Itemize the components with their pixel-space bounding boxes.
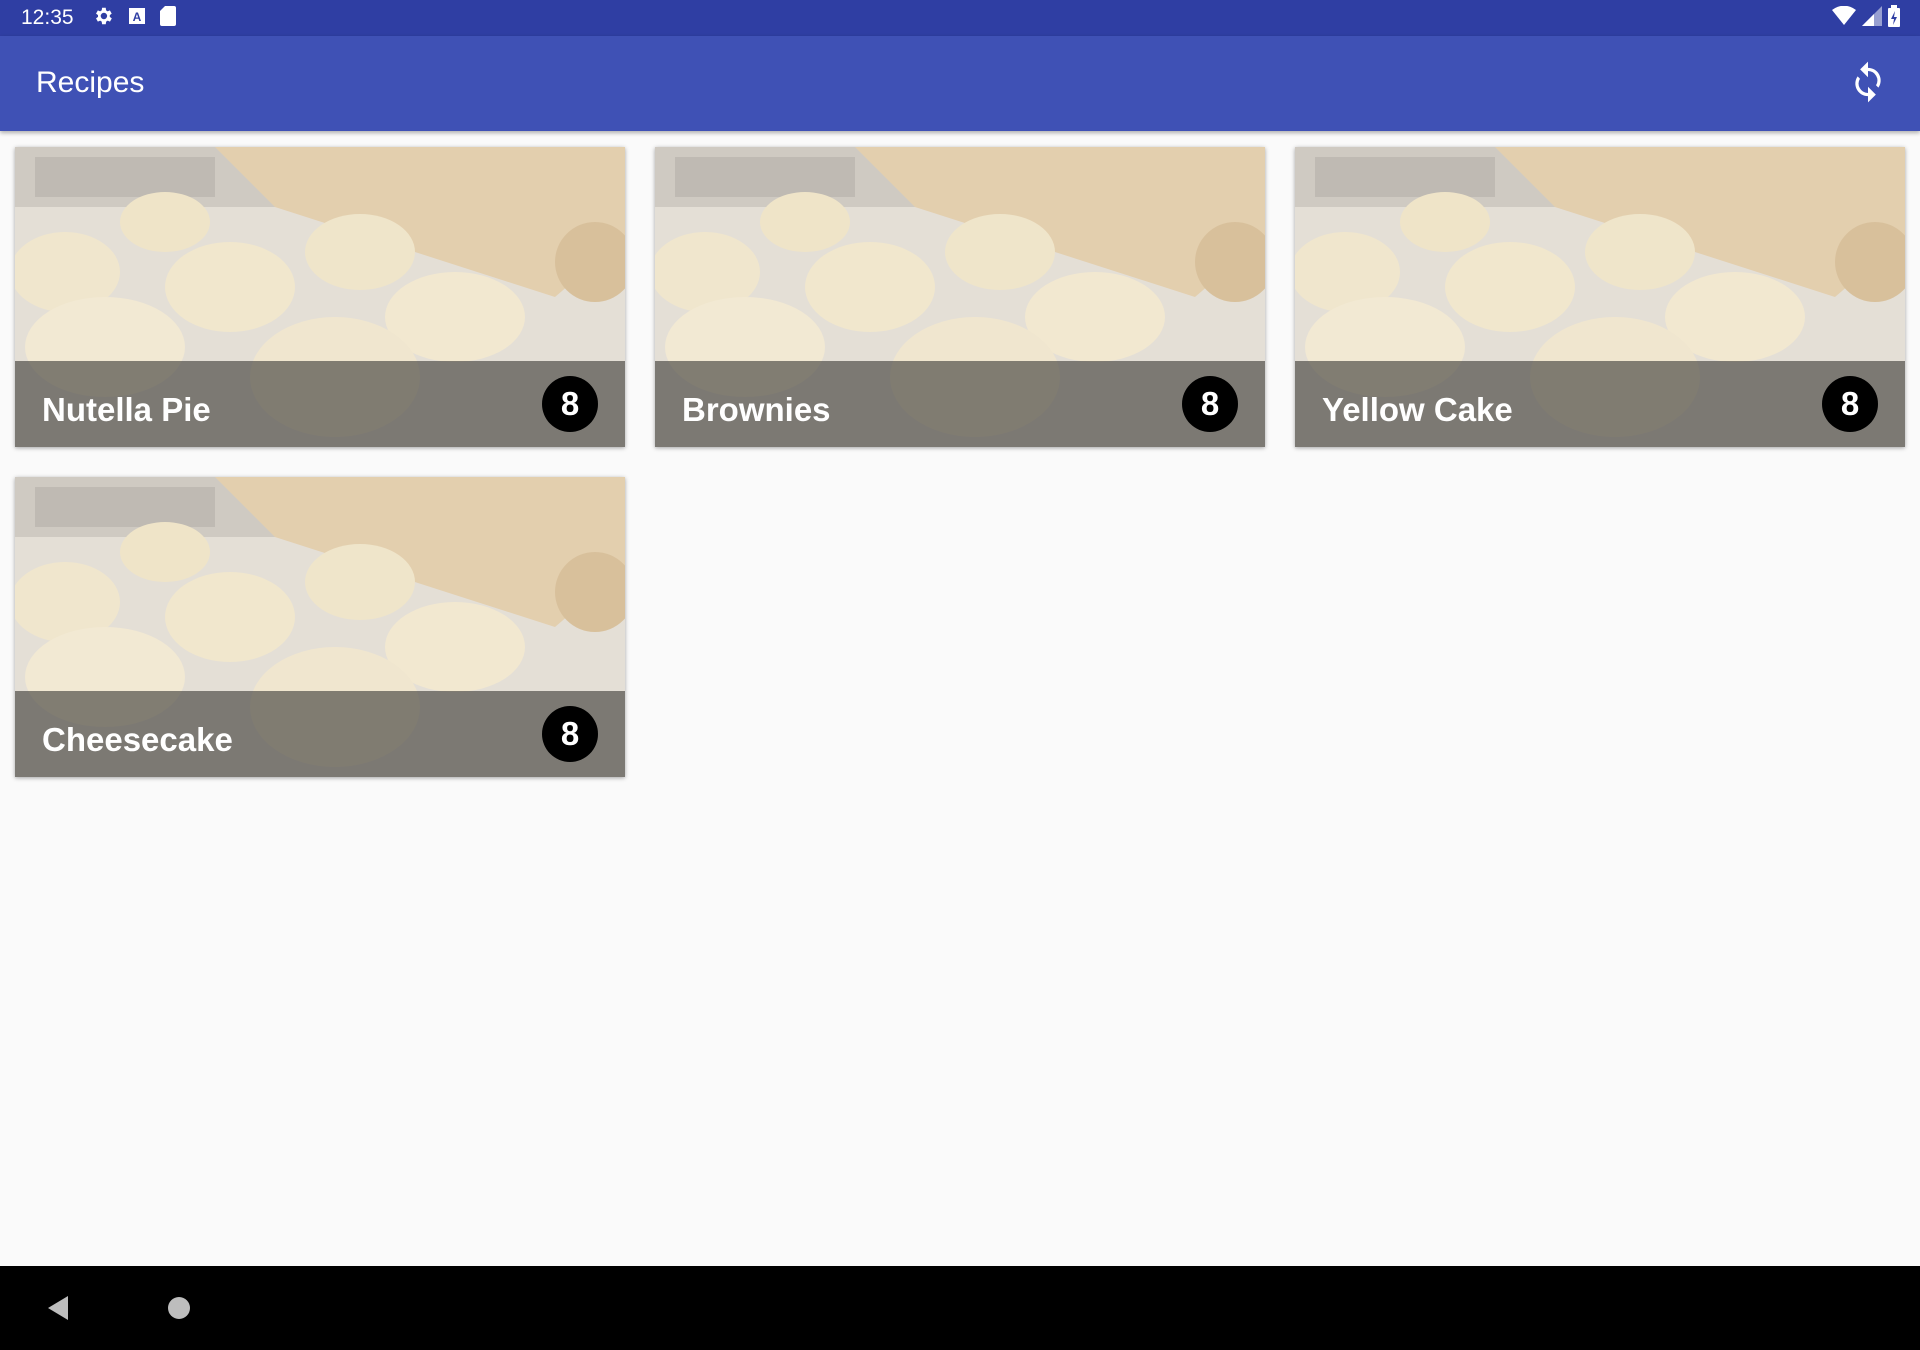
recipe-name: Yellow Cake [1322,391,1513,428]
wifi-icon [1832,5,1856,31]
status-icons-left: A [92,5,176,32]
signal-icon [1862,5,1882,31]
status-icons-right [1832,0,1900,36]
servings-badge: 8 [1182,376,1238,432]
recipe-grid: Nutella Pie 8 Brownies 8 Yellow Cake 8 C… [0,131,1920,1266]
sd-card-icon [159,5,176,31]
svg-text:A: A [132,10,141,24]
refresh-icon [1849,60,1887,109]
keyboard-a-icon: A [128,7,146,30]
app-bar: Recipes [0,36,1920,131]
servings-badge: 8 [1822,376,1878,432]
recipe-name: Nutella Pie [42,391,211,428]
recipe-name: Cheesecake [42,721,233,758]
gear-icon [92,5,114,32]
recipe-name: Brownies [682,391,831,428]
recipe-card[interactable]: Brownies 8 [655,147,1265,447]
recipe-card[interactable]: Cheesecake 8 [15,477,625,777]
battery-icon [1888,4,1900,32]
page-title: Recipes [36,66,145,99]
status-bar: 12:35 A [0,0,1920,36]
home-icon[interactable] [168,1297,190,1319]
servings-badge: 8 [542,706,598,762]
refresh-button[interactable] [1844,60,1892,108]
back-icon[interactable] [46,1294,70,1327]
navigation-bar [0,1266,1920,1350]
servings-badge: 8 [542,376,598,432]
status-time: 12:35 [21,6,74,29]
recipe-card[interactable]: Nutella Pie 8 [15,147,625,447]
recipe-card[interactable]: Yellow Cake 8 [1295,147,1905,447]
